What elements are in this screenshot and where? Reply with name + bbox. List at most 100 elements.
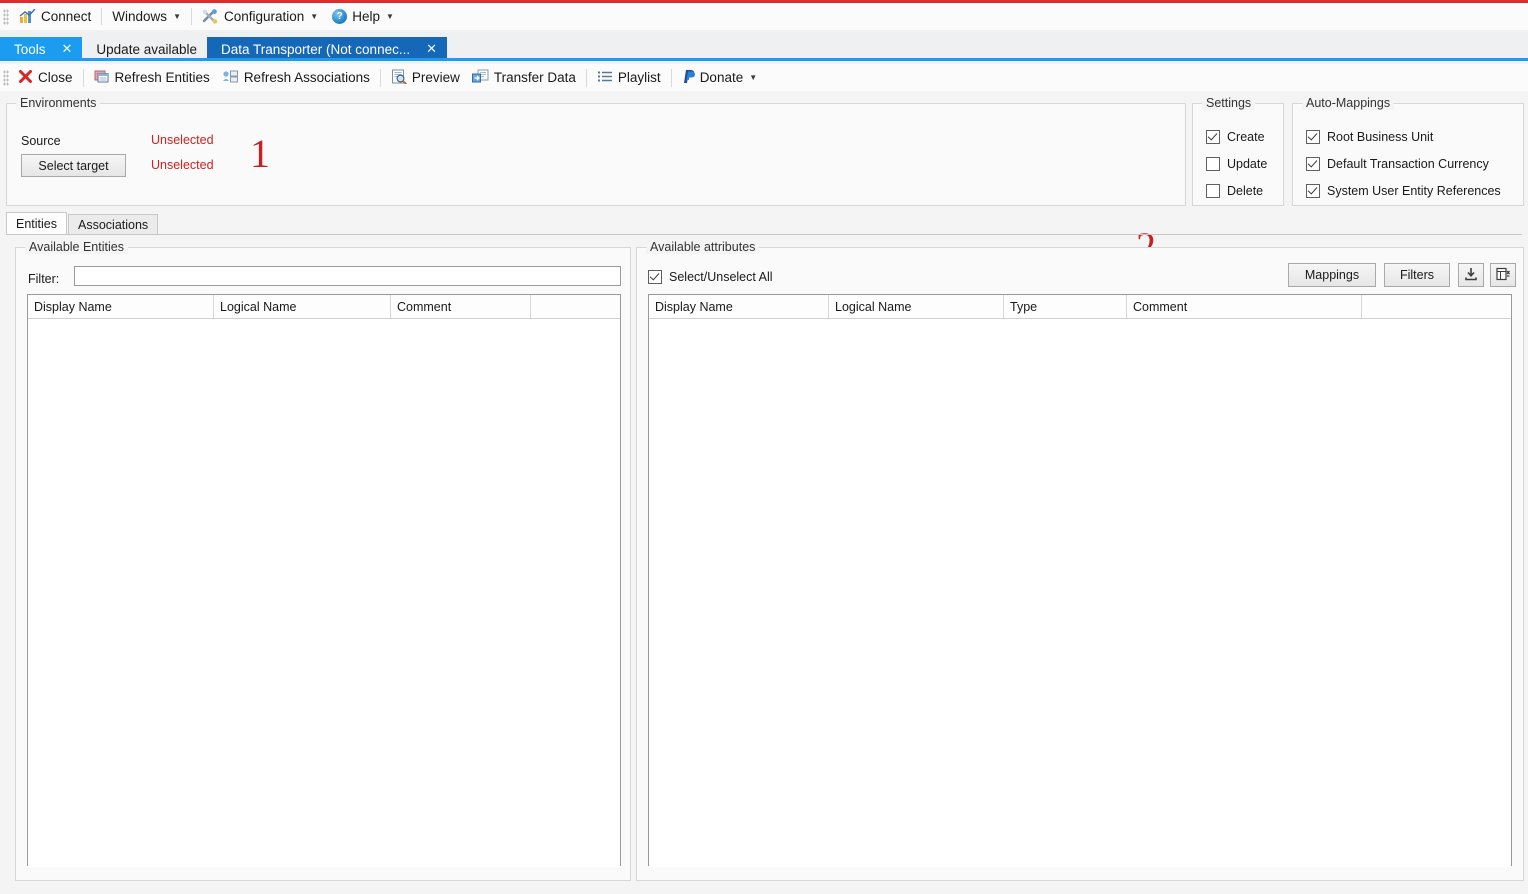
close-x-icon: [18, 69, 33, 87]
subtab-associations-label: Associations: [78, 218, 149, 232]
subtab-entities-label: Entities: [16, 217, 57, 231]
tab-tools-label: Tools: [14, 41, 46, 57]
checkbox-icon[interactable]: [1306, 130, 1320, 144]
settings-create-label: Create: [1227, 130, 1265, 144]
toolbar-preview-label: Preview: [411, 70, 460, 85]
settings-checkbox-create[interactable]: Create: [1206, 130, 1265, 144]
select-unselect-all-row[interactable]: Select/Unselect All: [648, 270, 773, 284]
checkbox-icon[interactable]: [1206, 184, 1220, 198]
settings-delete-label: Delete: [1227, 184, 1264, 198]
available-entities-title: Available Entities: [25, 240, 128, 254]
bar-chart-icon: [19, 8, 36, 24]
menu-item-configuration[interactable]: Configuration ▼: [195, 3, 325, 30]
automap-checkbox-system-user-entity-references[interactable]: System User Entity References: [1306, 184, 1501, 198]
entities-grid[interactable]: Display Name Logical Name Comment: [27, 294, 621, 867]
toolbar-donate-button[interactable]: Donate ▼: [676, 65, 763, 90]
export-button[interactable]: [1490, 263, 1516, 287]
entities-filter-input[interactable]: [74, 266, 621, 286]
chevron-down-icon-donate: ▼: [749, 72, 758, 82]
subtab-entities[interactable]: Entities: [6, 212, 67, 235]
mappings-button[interactable]: Mappings: [1288, 263, 1376, 287]
entity-association-tabs: Entities Associations: [6, 212, 159, 235]
toolbar-separator-1: [82, 68, 84, 87]
preview-magnifier-icon: [391, 69, 407, 87]
export-excel-icon: [1495, 267, 1511, 284]
toolbar-refresh-associations-label: Refresh Associations: [243, 70, 370, 85]
checkbox-icon[interactable]: [1206, 157, 1220, 171]
menu-item-windows-label: Windows: [112, 9, 168, 24]
checkbox-icon[interactable]: [648, 270, 662, 284]
toolbar-separator-3: [585, 68, 587, 87]
source-value: Unselected: [151, 133, 214, 147]
attributes-column-display-name[interactable]: Display Name: [649, 295, 829, 318]
toolbar-separator-4: [670, 68, 672, 87]
entities-column-blank[interactable]: [531, 295, 620, 318]
help-circle-icon: ?: [332, 9, 348, 24]
checkbox-icon[interactable]: [1206, 130, 1220, 144]
close-icon[interactable]: ✕: [426, 41, 437, 57]
select-target-button[interactable]: Select target: [21, 154, 126, 177]
toolbar-refresh-entities-button[interactable]: Refresh Entities: [88, 65, 216, 90]
toolbar-close-button[interactable]: Close: [12, 65, 79, 90]
toolbar-separator-2: [379, 68, 381, 87]
menu-item-configuration-label: Configuration: [223, 9, 305, 24]
environments-group-title: Environments: [16, 96, 101, 110]
attributes-column-type[interactable]: Type: [1004, 295, 1127, 318]
environments-group: Environments Source Select target Unsele…: [6, 96, 1186, 206]
attributes-column-comment[interactable]: Comment: [1127, 295, 1362, 318]
automap-checkbox-default-transaction-currency[interactable]: Default Transaction Currency: [1306, 157, 1489, 171]
attributes-column-logical-name[interactable]: Logical Name: [829, 295, 1004, 318]
transfer-data-icon: [471, 69, 489, 87]
settings-checkbox-delete[interactable]: Delete: [1206, 184, 1263, 198]
application-window: Connect Windows ▼ Configuration ▼ ? Help…: [0, 0, 1528, 894]
toolbar-refresh-associations-button[interactable]: Refresh Associations: [216, 65, 376, 90]
menu-separator-2: [190, 8, 192, 25]
toolbar-refresh-entities-label: Refresh Entities: [114, 70, 210, 85]
toolbar-playlist-button[interactable]: Playlist: [591, 65, 667, 90]
checkbox-icon[interactable]: [1306, 157, 1320, 171]
available-attributes-group: Available attributes Select/Unselect All…: [636, 240, 1524, 881]
toolbar-close-label: Close: [38, 70, 73, 85]
menu-separator-1: [101, 8, 103, 25]
toolbar-transfer-data-button[interactable]: Transfer Data: [466, 65, 582, 90]
checkbox-icon[interactable]: [1306, 184, 1320, 198]
toolbar-donate-label: Donate: [699, 70, 744, 85]
menu-item-windows[interactable]: Windows ▼: [105, 3, 188, 30]
available-attributes-title: Available attributes: [646, 240, 760, 254]
settings-group-title: Settings: [1202, 96, 1256, 110]
menu-item-connect[interactable]: Connect: [12, 3, 98, 30]
subtab-divider: [6, 234, 1522, 235]
attributes-grid[interactable]: Display Name Logical Name Type Comment: [648, 294, 1512, 867]
close-icon[interactable]: ✕: [62, 41, 73, 57]
automap-checkbox-root-business-unit[interactable]: Root Business Unit: [1306, 130, 1433, 144]
attributes-grid-header: Display Name Logical Name Type Comment: [649, 295, 1511, 319]
refresh-entities-icon: [94, 69, 110, 87]
tab-data-transporter-label: Data Transporter (Not connec...: [221, 41, 411, 57]
toolbar-transfer-data-label: Transfer Data: [493, 70, 576, 85]
auto-mappings-group-title: Auto-Mappings: [1302, 96, 1395, 110]
download-icon: [1464, 267, 1478, 284]
subtab-associations[interactable]: Associations: [68, 214, 159, 235]
menu-drag-grip: [3, 8, 9, 25]
entities-column-logical-name[interactable]: Logical Name: [214, 295, 391, 318]
source-label: Source: [21, 134, 61, 148]
settings-group: Settings Create Update Delete: [1192, 96, 1284, 206]
chevron-down-icon-config: ▼: [310, 11, 319, 21]
filters-button[interactable]: Filters: [1384, 263, 1450, 287]
automap-default-transaction-currency-label: Default Transaction Currency: [1327, 157, 1489, 171]
menu-item-help[interactable]: ? Help ▼: [325, 3, 401, 30]
annotation-marker-1: 1: [250, 131, 270, 176]
menu-item-help-label: Help: [352, 9, 380, 24]
toolbar-playlist-label: Playlist: [617, 70, 661, 85]
entities-column-comment[interactable]: Comment: [391, 295, 531, 318]
automap-root-business-unit-label: Root Business Unit: [1327, 130, 1434, 144]
tab-list: Tools ✕ Update available Data Transporte…: [0, 30, 447, 61]
settings-checkbox-update[interactable]: Update: [1206, 157, 1267, 171]
attributes-column-blank[interactable]: [1362, 295, 1511, 318]
entities-filter-label: Filter:: [28, 272, 60, 286]
tools-icon: [202, 9, 219, 24]
import-button[interactable]: [1458, 263, 1484, 287]
entities-column-display-name[interactable]: Display Name: [28, 295, 214, 318]
toolbar-preview-button[interactable]: Preview: [385, 65, 466, 90]
tab-update-available-label: Update available: [96, 41, 197, 57]
